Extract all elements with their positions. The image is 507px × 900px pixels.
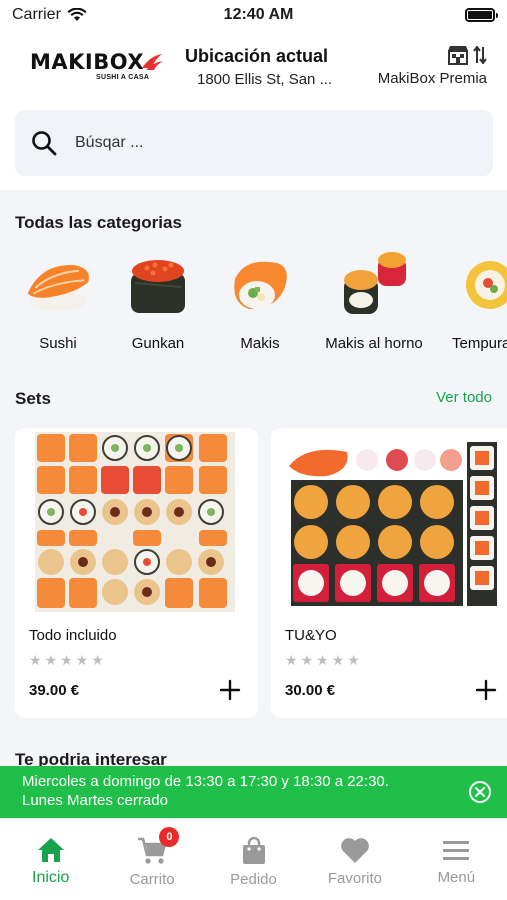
categories-list: Sushi Gunkan Makis Makis al horno Tempur… <box>0 250 507 360</box>
tab-menu[interactable]: Menú <box>406 819 507 900</box>
category-gunkan[interactable]: Gunkan <box>122 250 194 352</box>
cart-count-badge: 0 <box>159 827 180 847</box>
star-icon: ★ <box>75 652 89 668</box>
set-card[interactable]: Todo incluido ★ ★ ★ ★ ★ 39.00 € <box>15 428 258 718</box>
set-card[interactable]: TU&YO ★ ★ ★ ★ ★ 30.00 € <box>271 428 507 718</box>
location-title: Ubicación actual <box>185 46 329 66</box>
sushi-nigiri-icon <box>22 250 94 320</box>
category-label: Tempura <box>452 335 507 352</box>
tab-pedido[interactable]: Pedido <box>203 819 304 900</box>
heart-icon <box>341 838 369 863</box>
bag-icon <box>242 837 265 864</box>
tab-label: Carrito <box>129 871 175 888</box>
current-location[interactable]: Ubicación actual 1800 Ellis St, San ... <box>185 46 365 88</box>
gunkan-icon <box>122 250 194 320</box>
wifi-icon <box>67 8 87 21</box>
premia-icons <box>378 44 487 66</box>
set-price: 39.00 € <box>29 682 80 699</box>
tab-bar: Inicio 0 Carrito Pedido Favorito Menú <box>0 818 507 900</box>
tab-label: Pedido <box>230 871 277 888</box>
category-makis-al-horno[interactable]: Makis al horno <box>316 250 432 352</box>
opening-hours-banner: Miercoles a domingo de 13:30 a 17:30 y 1… <box>0 766 507 818</box>
banner-line-2: Lunes Martes cerrado <box>22 792 168 809</box>
rating-stars: ★ ★ ★ ★ ★ <box>285 652 360 669</box>
baked-maki-icon <box>316 250 432 320</box>
tempura-icon <box>452 250 507 320</box>
tab-favorito[interactable]: Favorito <box>304 819 405 900</box>
sets-title: Sets <box>15 389 51 408</box>
add-to-cart-button[interactable] <box>474 678 498 702</box>
premia-label: MakiBox Premia <box>377 70 487 87</box>
status-time: 12:40 AM <box>223 6 294 23</box>
location-address: 1800 Ellis St, San ... <box>197 71 333 88</box>
star-icon: ★ <box>316 652 329 668</box>
battery-icon <box>465 8 498 22</box>
header: MAKIBOX SUSHI A CASA Ubicación actual 18… <box>0 30 507 190</box>
close-icon[interactable] <box>468 780 492 804</box>
store-icon <box>448 46 468 65</box>
search-input[interactable]: Búsqar ... <box>75 134 143 152</box>
see-all-link[interactable]: Ver todo <box>436 389 492 406</box>
star-icon: ★ <box>300 652 314 668</box>
logo-swoosh-icon <box>142 54 163 70</box>
maki-roll-icon <box>224 250 296 320</box>
star-icon: ★ <box>285 652 298 668</box>
carrier-label: Carrier <box>12 6 61 23</box>
makibox-logo[interactable]: MAKIBOX SUSHI A CASA <box>30 50 170 86</box>
logo-text: MAKIBOX <box>30 50 145 74</box>
category-label: Sushi <box>39 335 77 352</box>
banner-line-1: Miercoles a domingo de 13:30 a 17:30 y 1… <box>22 773 389 790</box>
category-label: Makis <box>240 335 280 352</box>
tab-label: Favorito <box>327 870 383 887</box>
premia-selector[interactable]: MakiBox Premia <box>378 44 487 87</box>
category-label: Gunkan <box>131 335 185 352</box>
add-to-cart-button[interactable] <box>218 678 242 702</box>
star-icon: ★ <box>29 652 42 668</box>
tab-inicio[interactable]: Inicio <box>0 819 101 900</box>
category-tempura[interactable]: Tempura <box>452 250 507 352</box>
star-icon: ★ <box>91 652 104 668</box>
star-icon: ★ <box>331 652 345 668</box>
category-makis[interactable]: Makis <box>224 250 296 352</box>
status-bar: Carrier 12:40 AM <box>0 0 507 30</box>
set-name: TU&YO <box>285 627 337 644</box>
home-icon <box>37 838 64 862</box>
logo-subtext: SUSHI A CASA <box>96 74 150 81</box>
star-icon: ★ <box>60 652 73 668</box>
set-name: Todo incluido <box>29 627 117 644</box>
menu-icon <box>443 841 470 860</box>
search-icon <box>32 131 57 156</box>
set-image-todo-incluido <box>15 428 258 618</box>
tab-label: Inicio <box>32 869 70 886</box>
set-image-tu-y-yo <box>271 428 507 618</box>
rating-stars: ★ ★ ★ ★ ★ <box>29 652 104 669</box>
status-right <box>335 8 498 22</box>
categories-title: Todas las categorias <box>15 213 182 232</box>
search-bar[interactable]: Búsqar ... <box>15 110 493 176</box>
category-label: Makis al horno <box>325 335 423 352</box>
tab-carrito[interactable]: 0 Carrito <box>101 819 202 900</box>
category-sushi[interactable]: Sushi <box>22 250 94 352</box>
star-icon: ★ <box>347 652 360 668</box>
set-price: 30.00 € <box>285 682 336 699</box>
swap-arrows-icon <box>473 46 487 64</box>
tab-label: Menú <box>437 869 476 886</box>
star-icon: ★ <box>44 652 58 668</box>
